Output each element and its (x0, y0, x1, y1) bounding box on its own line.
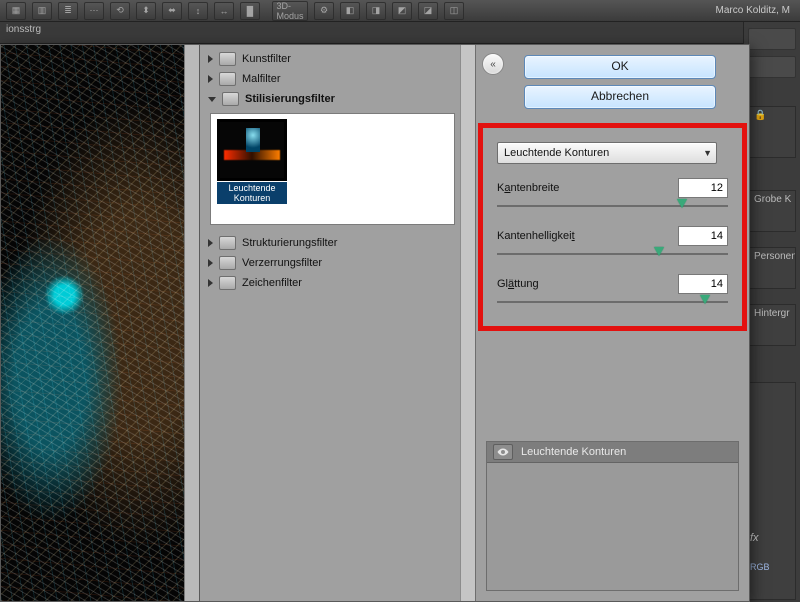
tree-folder-verzerrungsfilter[interactable]: Verzerrungsfilter (204, 253, 461, 273)
disclosure-triangle-icon (208, 55, 213, 63)
param-glaettung-input[interactable] (678, 274, 728, 294)
tree-label: Verzerrungsfilter (242, 257, 322, 269)
filter-gallery-dialog: Kunstfilter Malfilter Stilisierungsfilte… (0, 44, 750, 602)
slider-handle-icon[interactable] (654, 247, 664, 256)
folder-icon (222, 92, 239, 106)
disclosure-triangle-icon (208, 239, 213, 247)
filter-select-value: Leuchtende Konturen (504, 147, 609, 159)
param-kantenbreite: Kantenbreite (497, 178, 728, 212)
mode-3d-label: 3D-Modus (272, 1, 308, 21)
folder-icon (219, 276, 236, 290)
chevron-double-left-icon: « (490, 59, 496, 70)
filter-tree-pane: Kunstfilter Malfilter Stilisierungsfilte… (200, 45, 476, 601)
toolbar-icon[interactable]: ◫ (444, 2, 464, 20)
filter-thumb-caption: Leuchtende Konturen (217, 182, 287, 204)
param-label: Glättung (497, 278, 539, 290)
toolbar-icon[interactable]: ≣ (58, 2, 78, 20)
param-glaettung-slider[interactable] (497, 298, 728, 308)
tree-folder-kunstfilter[interactable]: Kunstfilter (204, 49, 461, 69)
toolbar-icon[interactable]: ◩ (392, 2, 412, 20)
param-kantenbreite-slider[interactable] (497, 202, 728, 212)
collapse-button[interactable]: « (482, 53, 504, 75)
slider-handle-icon[interactable] (677, 199, 687, 208)
panel-chip[interactable] (748, 56, 796, 78)
filter-thumbnail-area: Leuchtende Konturen (210, 113, 455, 225)
param-label: Kantenhelligkeit (497, 230, 575, 242)
disclosure-triangle-icon (208, 259, 213, 267)
toolbar-icon[interactable]: ◨ (366, 2, 386, 20)
filter-thumb-leuchtende-konturen[interactable]: Leuchtende Konturen (217, 120, 287, 204)
fx-label: fx (750, 532, 759, 544)
slider-handle-icon[interactable] (700, 295, 710, 304)
folder-icon (219, 52, 236, 66)
lock-icon: 🔒 (754, 110, 766, 121)
app-toolbar: ▦ ▥ ≣ ⋯ ⟲ ⬍ ⬌ ↕ ↔ █ 3D-Modus ⚙ ◧ ◨ ◩ ◪ ◫… (0, 0, 800, 22)
panels-dock: 🔒 Grobe K 🔒 Personen Hintergr fx RGB (743, 22, 800, 600)
toolbar-icon[interactable]: ▥ (32, 2, 52, 20)
layer-row[interactable]: Hintergr (748, 304, 796, 346)
tree-label: Malfilter (242, 73, 281, 85)
param-kantenhelligkeit: Kantenhelligkeit (497, 226, 728, 260)
panel-chip[interactable] (748, 28, 796, 50)
layer-row[interactable]: Grobe K 🔒 (748, 190, 796, 232)
filter-thumb-image (218, 120, 286, 180)
toolbar-icon[interactable]: ⬍ (136, 2, 156, 20)
eye-icon (497, 446, 509, 458)
options-bar: ionsstrg (0, 22, 744, 44)
tree-folder-stilisierungsfilter[interactable]: Stilisierungsfilter (204, 89, 461, 109)
disclosure-triangle-icon (208, 97, 216, 102)
filter-select[interactable]: Leuchtende Konturen ▼ (497, 142, 717, 164)
toolbar-icon[interactable]: ↔ (214, 2, 234, 20)
toolbar-icon[interactable]: ⟲ (110, 2, 130, 20)
layer-row[interactable]: Personen (748, 247, 796, 289)
toolbar-icon[interactable]: ⋯ (84, 2, 104, 20)
param-kantenbreite-input[interactable] (678, 178, 728, 198)
visibility-toggle[interactable] (493, 444, 513, 460)
tree-folder-zeichenfilter[interactable]: Zeichenfilter (204, 273, 461, 293)
filter-settings-pane: « OK Abbrechen Leuchtende Konturen ▼ Kan… (476, 45, 749, 601)
mode-rgb-label: RGB (750, 562, 770, 572)
disclosure-triangle-icon (208, 75, 213, 83)
toolbar-icon[interactable]: ◪ (418, 2, 438, 20)
toolbar-icon[interactable]: ▦ (6, 2, 26, 20)
panel-color[interactable]: 🔒 (748, 106, 796, 158)
applied-filters-stack: Leuchtende Konturen (486, 441, 739, 591)
param-kantenhelligkeit-slider[interactable] (497, 250, 728, 260)
tree-folder-strukturierungsfilter[interactable]: Strukturierungsfilter (204, 233, 461, 253)
toolbar-icon[interactable]: ⬌ (162, 2, 182, 20)
cancel-button[interactable]: Abbrechen (524, 85, 716, 109)
stack-row[interactable]: Leuchtende Konturen (487, 442, 738, 463)
toolbar-icon[interactable]: ⚙ (314, 2, 334, 20)
param-glaettung: Glättung (497, 274, 728, 308)
options-bar-fragment: ionsstrg (6, 24, 41, 35)
tree-label: Strukturierungsfilter (242, 237, 337, 249)
param-label: Kantenbreite (497, 182, 559, 194)
lock-icon: 🔒 (794, 194, 796, 205)
toolbar-icon[interactable]: █ (240, 2, 260, 20)
toolbar-icon[interactable]: ↕ (188, 2, 208, 20)
ok-button[interactable]: OK (524, 55, 716, 79)
folder-icon (219, 256, 236, 270)
stack-row-label: Leuchtende Konturen (521, 446, 626, 458)
folder-icon (219, 236, 236, 250)
tree-folder-malfilter[interactable]: Malfilter (204, 69, 461, 89)
settings-highlight: Leuchtende Konturen ▼ Kantenbreite Kan (478, 123, 747, 331)
tree-label: Kunstfilter (242, 53, 291, 65)
preview-pane[interactable] (1, 45, 200, 601)
tree-label: Stilisierungsfilter (245, 93, 335, 105)
toolbar-icon[interactable]: ◧ (340, 2, 360, 20)
folder-icon (219, 72, 236, 86)
user-label: Marco Kolditz, M (716, 5, 794, 16)
disclosure-triangle-icon (208, 279, 213, 287)
tree-label: Zeichenfilter (242, 277, 302, 289)
param-kantenhelligkeit-input[interactable] (678, 226, 728, 246)
chevron-down-icon: ▼ (703, 148, 712, 158)
